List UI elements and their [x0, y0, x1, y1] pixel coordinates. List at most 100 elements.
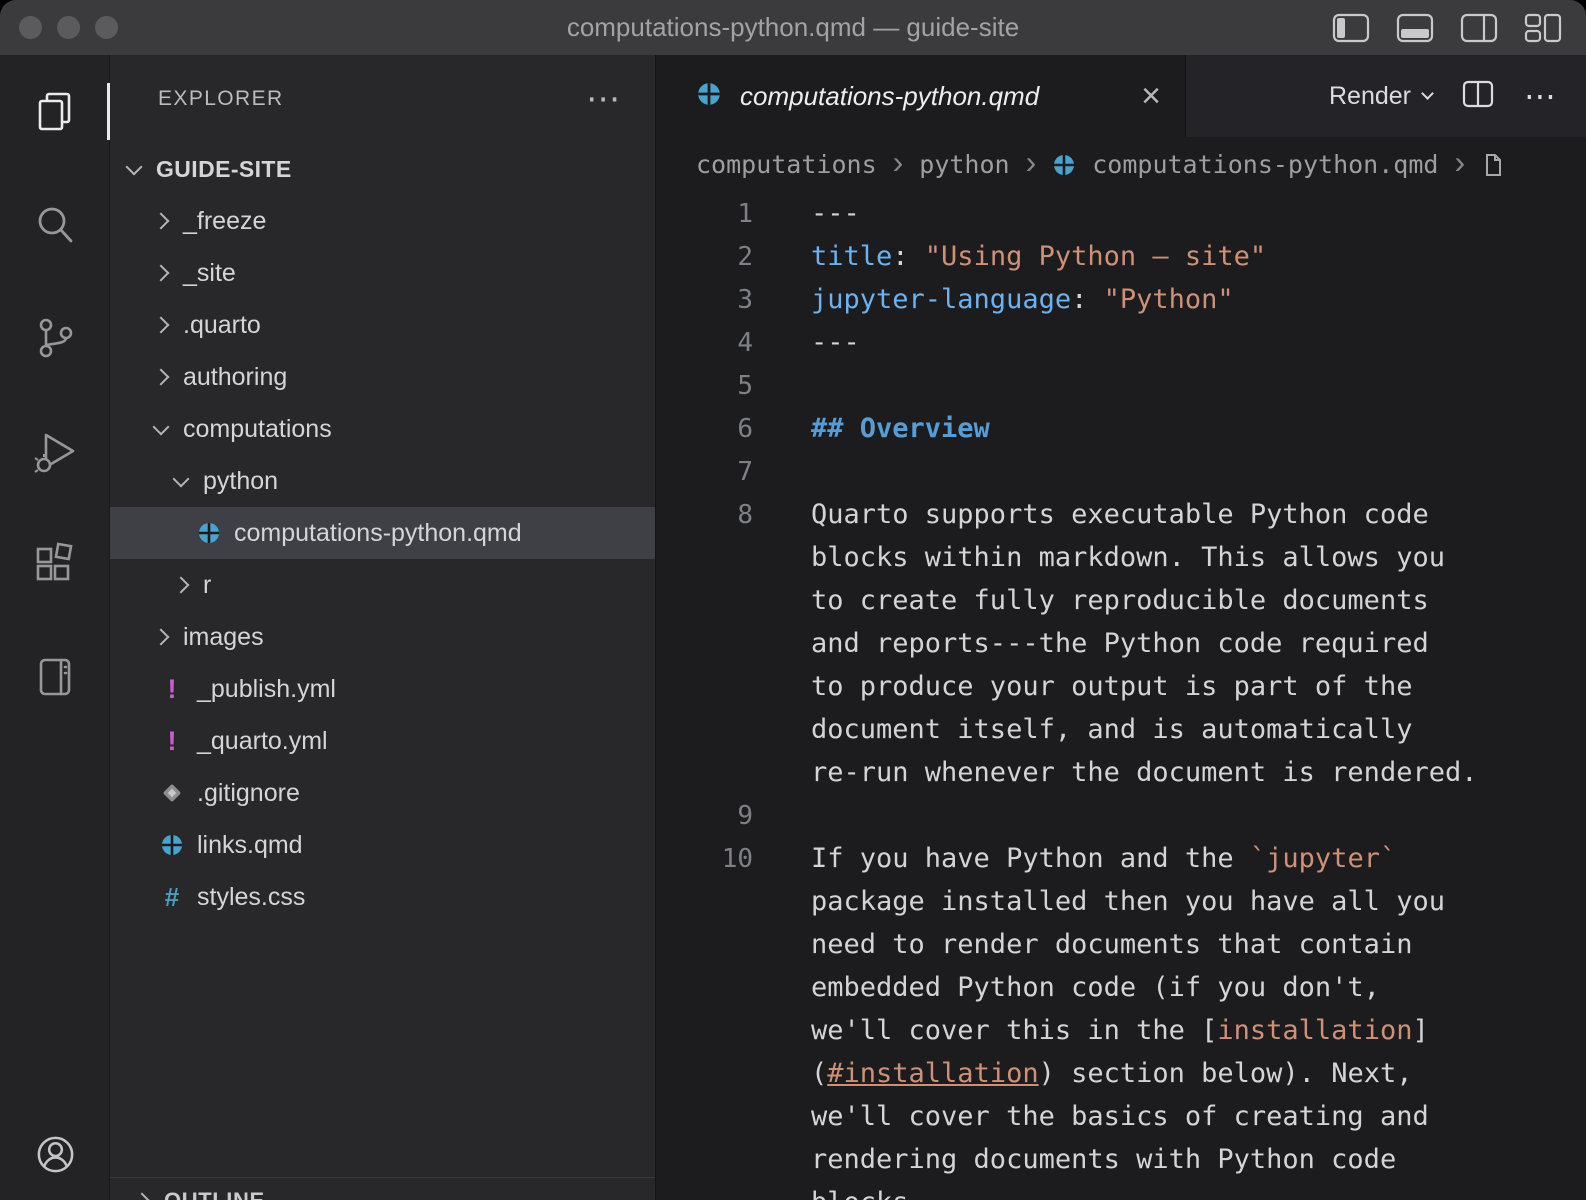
- tab-label: computations-python.qmd: [740, 81, 1039, 112]
- tree-item-styles.css[interactable]: #styles.css: [110, 871, 655, 923]
- breadcrumb-computations-python.qmd[interactable]: computations-python.qmd: [1092, 150, 1438, 179]
- tree-item-authoring[interactable]: authoring: [110, 351, 655, 403]
- explorer-sidebar: EXPLORER ⋯ GUIDE-SITE_freeze_site.quarto…: [110, 55, 655, 1200]
- chevron-right-icon[interactable]: [153, 265, 170, 282]
- line-number[interactable]: 6: [656, 414, 753, 444]
- tree-item-computations-python.qmd[interactable]: computations-python.qmd: [110, 507, 655, 559]
- tree-item-computations[interactable]: computations: [110, 403, 655, 455]
- breadcrumb-separator-icon: ›: [893, 144, 904, 181]
- code-line[interactable]: rendering documents with Python code: [656, 1138, 1586, 1181]
- toggle-primary-sidebar-icon[interactable]: [1332, 13, 1370, 48]
- tree-item-_quarto.yml[interactable]: !_quarto.yml: [110, 715, 655, 767]
- chevron-right-icon[interactable]: [153, 369, 170, 386]
- tree-item-_site[interactable]: _site: [110, 247, 655, 299]
- breadcrumb-computations[interactable]: computations: [696, 150, 877, 179]
- code-editor[interactable]: 1 --- 2 title: "Using Python — site" 3jupyte…: [656, 192, 1586, 1200]
- toggle-panel-icon[interactable]: [1396, 13, 1434, 48]
- file-icon: [1481, 153, 1505, 177]
- tree-item-r[interactable]: r: [110, 559, 655, 611]
- tab-close-icon[interactable]: ×: [1141, 79, 1161, 113]
- toggle-secondary-sidebar-icon[interactable]: [1460, 13, 1498, 48]
- qmd-file-icon: [1052, 153, 1076, 177]
- chevron-down-icon[interactable]: [126, 158, 143, 175]
- breadcrumb-python[interactable]: python: [919, 150, 1009, 179]
- yml-file-icon: !: [155, 674, 189, 705]
- code-text: ---: [811, 327, 860, 358]
- chevron-down-icon[interactable]: [173, 470, 190, 487]
- customize-layout-icon[interactable]: [1524, 13, 1562, 48]
- tree-item-python[interactable]: python: [110, 455, 655, 507]
- zoom-window-button[interactable]: [95, 16, 118, 39]
- breadcrumb-separator-icon: ›: [1026, 144, 1037, 181]
- chevron-down-icon[interactable]: [153, 418, 170, 435]
- tree-item-label: _quarto.yml: [197, 727, 328, 756]
- chevron-right-icon[interactable]: [153, 317, 170, 334]
- code-line[interactable]: 5: [656, 364, 1586, 407]
- tree-item-.quarto[interactable]: .quarto: [110, 299, 655, 351]
- code-line[interactable]: 4 ---: [656, 321, 1586, 364]
- code-line[interactable]: (#installation) section below). Next,: [656, 1052, 1586, 1095]
- tree-item-.gitignore[interactable]: .gitignore: [110, 767, 655, 819]
- line-number[interactable]: 5: [656, 371, 753, 401]
- code-line[interactable]: 9: [656, 794, 1586, 837]
- code-line[interactable]: document itself, and is automatically: [656, 708, 1586, 751]
- line-number[interactable]: 7: [656, 457, 753, 487]
- activity-run-and-debug-run-debug-icon[interactable]: [0, 394, 109, 507]
- code-line[interactable]: to produce your output is part of the: [656, 665, 1586, 708]
- activity-notebook-notebook-icon[interactable]: [0, 620, 109, 733]
- tab-computations-python-qmd[interactable]: computations-python.qmd ×: [656, 55, 1186, 137]
- outline-section-header[interactable]: OUTLINE: [110, 1177, 655, 1200]
- code-line[interactable]: 1 ---: [656, 192, 1586, 235]
- code-line[interactable]: 8Quarto supports executable Python code: [656, 493, 1586, 536]
- line-number[interactable]: 4: [656, 328, 753, 358]
- account-icon[interactable]: [0, 1131, 110, 1178]
- tree-item-_freeze[interactable]: _freeze: [110, 195, 655, 247]
- code-line[interactable]: we'll cover this in the [installation]: [656, 1009, 1586, 1052]
- code-line[interactable]: 3jupyter-language: "Python": [656, 278, 1586, 321]
- line-number[interactable]: 2: [656, 242, 753, 272]
- line-number[interactable]: 8: [656, 500, 753, 530]
- code-line[interactable]: 2 title: "Using Python — site": [656, 235, 1586, 278]
- activity-extensions-extensions-icon[interactable]: [0, 507, 109, 620]
- sidebar-more-actions-icon[interactable]: ⋯: [586, 94, 621, 104]
- code-line[interactable]: 6 ## Overview: [656, 407, 1586, 450]
- code-line[interactable]: re-run whenever the document is rendered…: [656, 751, 1586, 794]
- split-editor-icon[interactable]: [1462, 80, 1494, 113]
- code-text: title: "Using Python — site": [811, 241, 1266, 272]
- tab-bar: computations-python.qmd × Render ⋯: [656, 55, 1586, 137]
- code-text: we'll cover this in the [installation]: [811, 1015, 1429, 1046]
- chevron-right-icon[interactable]: [173, 577, 190, 594]
- editor-more-actions-icon[interactable]: ⋯: [1524, 91, 1558, 101]
- code-line[interactable]: package installed then you have all you: [656, 880, 1586, 923]
- tree-item-GUIDE-SITE[interactable]: GUIDE-SITE: [110, 143, 655, 195]
- activity-explorer-files-icon[interactable]: [0, 55, 109, 168]
- close-window-button[interactable]: [19, 16, 42, 39]
- tree-item-links.qmd[interactable]: links.qmd: [110, 819, 655, 871]
- code-text: blocks.: [811, 1187, 925, 1200]
- line-number[interactable]: 9: [656, 801, 753, 831]
- line-number[interactable]: 10: [656, 844, 753, 874]
- code-line[interactable]: and reports---the Python code required: [656, 622, 1586, 665]
- code-line[interactable]: we'll cover the basics of creating and: [656, 1095, 1586, 1138]
- activity-source-control-source-control-icon[interactable]: [0, 281, 109, 394]
- code-line[interactable]: 7: [656, 450, 1586, 493]
- render-button[interactable]: Render: [1329, 82, 1432, 111]
- code-line[interactable]: 10If you have Python and the `jupyter`: [656, 837, 1586, 880]
- code-line[interactable]: need to render documents that contain: [656, 923, 1586, 966]
- minimize-window-button[interactable]: [57, 16, 80, 39]
- line-number[interactable]: 1: [656, 199, 753, 229]
- chevron-right-icon[interactable]: [153, 213, 170, 230]
- code-line[interactable]: embedded Python code (if you don't,: [656, 966, 1586, 1009]
- tree-item-_publish.yml[interactable]: !_publish.yml: [110, 663, 655, 715]
- code-line[interactable]: to create fully reproducible documents: [656, 579, 1586, 622]
- activity-search-search-icon[interactable]: [0, 168, 109, 281]
- tree-item-images[interactable]: images: [110, 611, 655, 663]
- code-text: package installed then you have all you: [811, 886, 1445, 917]
- chevron-right-icon[interactable]: [153, 629, 170, 646]
- code-line[interactable]: blocks within markdown. This allows you: [656, 536, 1586, 579]
- line-number[interactable]: 3: [656, 285, 753, 315]
- code-text: ## Overview: [811, 413, 990, 444]
- code-text: ---: [811, 198, 860, 229]
- code-line[interactable]: blocks.: [656, 1181, 1586, 1200]
- file-tree: GUIDE-SITE_freeze_site.quartoauthoringco…: [110, 143, 655, 923]
